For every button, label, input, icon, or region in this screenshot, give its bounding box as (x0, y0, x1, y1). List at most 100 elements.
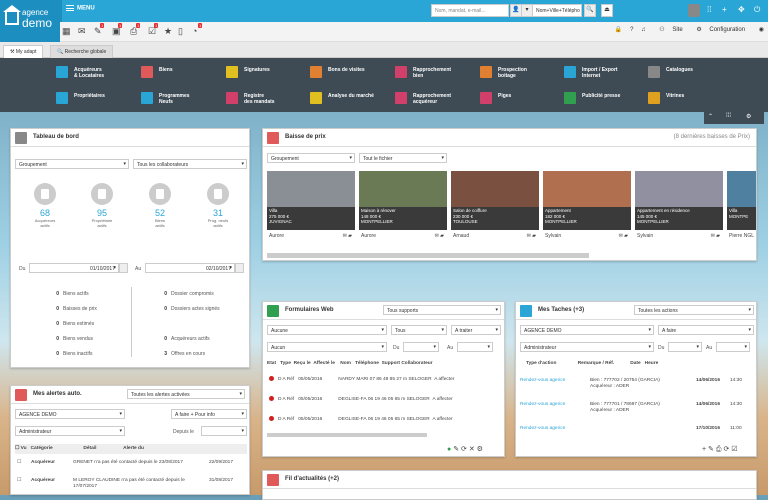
android-icon[interactable]: ◉ (759, 27, 764, 33)
edit-icon[interactable]: ✎ (453, 446, 459, 453)
row-checkbox[interactable]: ☐ (17, 460, 21, 465)
form-filter-1[interactable]: Aucune (267, 325, 387, 335)
check-icon[interactable]: ☑ 1 (148, 23, 159, 37)
collaborateurs-select[interactable]: Tous les collaborateurs (133, 159, 247, 169)
stat-proprietaires[interactable]: 95 Propriétaire actifs (84, 183, 120, 228)
alertes-select[interactable]: Toutes les alertes activées (127, 389, 245, 399)
baisse-fichier-select[interactable]: Tout le fichier (359, 153, 447, 163)
date-from-input[interactable]: 01/10/2017 (29, 263, 119, 273)
property-card[interactable]: Appartement 182 000 € MONTPELLIER Sylvain ✉ … (543, 171, 631, 249)
form-scrollbar[interactable] (267, 433, 427, 437)
property-card[interactable]: Salon de coiffure 230 000 € TOULOUSE Arnaud… (451, 171, 539, 249)
scrollbar[interactable] (267, 253, 589, 258)
mail-folder-icon[interactable]: ✉ ▰ (435, 233, 444, 239)
star-icon[interactable]: ★ (164, 26, 172, 37)
property-card[interactable]: Appartement en résidence 145 000 € MONTPEL… (635, 171, 723, 249)
search-input[interactable]: Nom, mandat, e-mail... (431, 4, 509, 17)
table-row[interactable]: D A Réf 05/05/2016 DEGLISE-FA 06 19 46 0… (269, 416, 453, 422)
groupement-select[interactable]: Groupement (15, 159, 129, 169)
admin-select[interactable]: Administrateur (520, 342, 654, 352)
kv-inactifs[interactable]: 0 Biens inactifs (49, 351, 92, 357)
table-row[interactable]: D A Réf 05/05/2016 NARDY MARI 07 86 48 8… (269, 376, 454, 382)
kv-estimes[interactable]: 0 Biens estimés (49, 321, 94, 327)
tab-my-adapt[interactable]: ⚒ My adapt (3, 45, 44, 58)
form-date-from[interactable] (403, 342, 439, 352)
mail-folder-icon[interactable]: ✉ ▰ (711, 233, 720, 239)
property-card[interactable]: Villa 275 000 € JUVIGNAC Aurore ✉ ▰ (267, 171, 355, 249)
add-icon[interactable]: + (702, 446, 706, 453)
menu-button[interactable]: MENU (66, 5, 95, 12)
property-card[interactable]: VillaMONTPE Pierre NGL✉ ▰ (727, 171, 756, 249)
config-button[interactable]: ⚙ Configuration (690, 27, 745, 33)
form-filter-4[interactable]: Aucun (267, 342, 387, 352)
inbox-icon[interactable]: ▣ 1 (112, 23, 123, 37)
depuis-input[interactable] (201, 426, 247, 436)
calendar-to-icon[interactable] (235, 263, 244, 273)
avatar[interactable] (688, 4, 700, 17)
tab-recherche-globale[interactable]: 🔍 Recherche globale (50, 45, 114, 58)
kv-baisses[interactable]: 0 Baisses de prix (49, 306, 97, 312)
stat-acquereurs[interactable]: 68 Acquéreurs actifs (27, 183, 63, 228)
kv-offres[interactable]: 3 Offres en cours (157, 351, 205, 357)
calendar-icon[interactable]: ▦ (62, 26, 71, 37)
alertes-afaire-select[interactable]: A faire + Pour info (171, 409, 247, 419)
arrows-icon[interactable]: ✥ (738, 5, 745, 14)
close-icon[interactable]: ✕ (469, 446, 475, 453)
row-checkbox[interactable]: ☐ (17, 478, 21, 483)
mail-folder-icon[interactable]: ✉ ▰ (343, 233, 352, 239)
kv-compromis[interactable]: 0 Dossier compromis (157, 291, 214, 297)
alertes-agence-select[interactable]: AGENCE DEMO (15, 409, 125, 419)
actions-select[interactable]: Toutes les actions (634, 305, 754, 315)
music-icon[interactable]: ♫ (641, 27, 646, 33)
refresh-icon[interactable]: ⟳ (461, 446, 467, 453)
chevron-up-icon[interactable]: ⌃ (708, 113, 713, 120)
date-to-input[interactable]: 02/10/2017 (145, 263, 235, 273)
mail-icon[interactable]: ✉ (78, 26, 86, 37)
kv-biens-actifs[interactable]: 0 Biens actifs (49, 291, 88, 297)
stat-biens[interactable]: 52 Biens actifs (142, 183, 178, 228)
form-filter-3[interactable]: A traiter (451, 325, 501, 335)
grid-icon[interactable]: ⁞⁞ (707, 5, 711, 14)
eject-icon[interactable]: ⏏ (601, 4, 613, 17)
taches-date-to[interactable] (716, 342, 750, 352)
grid-view-icon[interactable]: ⁞⁞⁞ (726, 113, 731, 119)
dashboard-header: Tableau de bord (11, 129, 249, 147)
rss-icon[interactable]: ◔ 1 (192, 23, 203, 36)
settings-small-icon[interactable]: ⚙ (477, 446, 483, 453)
kv-vendus[interactable]: 0 Biens vendus (49, 336, 93, 342)
mail-folder-icon[interactable]: ✉ ▰ (619, 233, 628, 239)
refresh-icon[interactable]: ⟳ (723, 446, 729, 453)
baisse-groupement-select[interactable]: Groupement (267, 153, 355, 163)
form-date-to[interactable] (457, 342, 493, 352)
afaire-select[interactable]: A faire (658, 325, 754, 335)
document-icon[interactable]: ▯ (178, 26, 183, 37)
power-icon[interactable]: ⏻ (754, 5, 760, 15)
help-circle-icon[interactable]: ● (447, 446, 451, 453)
kv-actes[interactable]: 0 Dossiers actes signés (157, 306, 219, 312)
calendar-from-icon[interactable] (119, 263, 128, 273)
property-photo (727, 171, 756, 207)
logo[interactable]: agence demo (0, 0, 62, 42)
supports-select[interactable]: Tous supports (383, 305, 501, 315)
pin-icon[interactable]: ✎ 1 (94, 23, 105, 37)
stat-prog-neufs[interactable]: 31 Prog. neufs actifs (200, 183, 236, 228)
property-card[interactable]: Maison à rénover 148 000 € MONTPELLIER Auro… (359, 171, 447, 249)
settings-icon[interactable]: ⚙ (746, 113, 751, 120)
taches-date-from[interactable] (668, 342, 702, 352)
alertes-admin-select[interactable]: Administrateur (15, 426, 125, 436)
form-filter-2[interactable]: Tous (391, 325, 447, 335)
check-icon[interactable]: ☑ (731, 446, 737, 453)
table-row[interactable]: D A Réf 05/05/2016 DEGLISE-FA 06 19 46 0… (269, 396, 453, 402)
kv-acquereurs[interactable]: 0 Acquéreurs actifs (157, 336, 209, 342)
plus-icon[interactable]: + (722, 5, 727, 14)
site-button[interactable]: ⚇ Site (653, 27, 682, 33)
search-button[interactable]: 🔍 (584, 4, 596, 17)
edit-icon[interactable]: ✎ (708, 446, 714, 453)
print-icon[interactable]: ⎙ 1 (130, 23, 141, 37)
mail-folder-icon[interactable]: ✉ ▰ (527, 233, 536, 239)
print-icon[interactable]: ⎙ (716, 446, 722, 453)
help-icon[interactable]: ? (630, 27, 633, 33)
search-type-select[interactable]: Nom+Ville+Télépho (532, 4, 582, 17)
lock-icon[interactable]: 🔒 (615, 27, 622, 33)
agence-select[interactable]: AGENCE DEMO (520, 325, 654, 335)
